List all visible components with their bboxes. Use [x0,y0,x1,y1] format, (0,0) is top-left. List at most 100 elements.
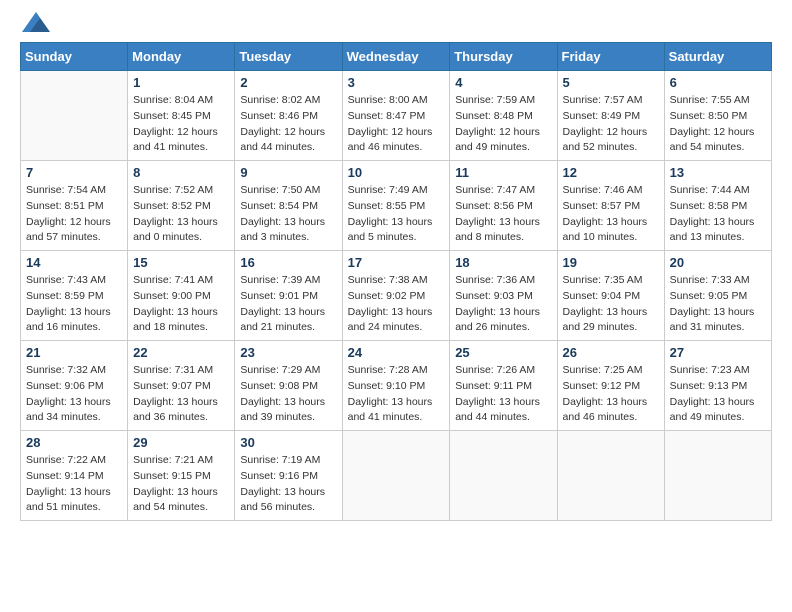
calendar-cell: 16 Sunrise: 7:39 AM Sunset: 9:01 PM Dayli… [235,251,342,341]
day-number: 19 [563,255,659,270]
day-number: 14 [26,255,122,270]
calendar-cell: 19 Sunrise: 7:35 AM Sunset: 9:04 PM Dayli… [557,251,664,341]
calendar-header-row: SundayMondayTuesdayWednesdayThursdayFrid… [21,43,772,71]
cell-content: Sunrise: 7:57 AM Sunset: 8:49 PM Dayligh… [563,93,659,156]
calendar-cell [21,71,128,161]
page-header [20,20,772,32]
logo-icon [22,12,50,32]
cell-content: Sunrise: 7:33 AM Sunset: 9:05 PM Dayligh… [670,273,766,336]
cell-content: Sunrise: 7:25 AM Sunset: 9:12 PM Dayligh… [563,363,659,426]
day-number: 16 [240,255,336,270]
day-number: 23 [240,345,336,360]
cell-content: Sunrise: 8:02 AM Sunset: 8:46 PM Dayligh… [240,93,336,156]
day-number: 15 [133,255,229,270]
calendar-cell: 9Sunrise: 7:50 AM Sunset: 8:54 PM Daylig… [235,161,342,251]
day-header-friday: Friday [557,43,664,71]
calendar-cell: 29 Sunrise: 7:21 AM Sunset: 9:15 PM Dayli… [128,431,235,521]
calendar-cell: 5 Sunrise: 7:57 AM Sunset: 8:49 PM Daylig… [557,71,664,161]
calendar-cell: 17 Sunrise: 7:38 AM Sunset: 9:02 PM Dayli… [342,251,450,341]
calendar-cell [450,431,557,521]
cell-content: Sunrise: 7:55 AM Sunset: 8:50 PM Dayligh… [670,93,766,156]
logo [20,20,50,32]
day-number: 4 [455,75,551,90]
calendar-cell: 20 Sunrise: 7:33 AM Sunset: 9:05 PM Dayli… [664,251,771,341]
day-number: 2 [240,75,336,90]
cell-content: Sunrise: 7:38 AM Sunset: 9:02 PM Dayligh… [348,273,445,336]
cell-content: Sunrise: 7:49 AM Sunset: 8:55 PM Dayligh… [348,183,445,246]
day-header-wednesday: Wednesday [342,43,450,71]
calendar-cell: 22 Sunrise: 7:31 AM Sunset: 9:07 PM Dayli… [128,341,235,431]
calendar-cell: 12 Sunrise: 7:46 AM Sunset: 8:57 PM Dayli… [557,161,664,251]
calendar-cell: 4 Sunrise: 7:59 AM Sunset: 8:48 PM Daylig… [450,71,557,161]
day-number: 1 [133,75,229,90]
day-number: 13 [670,165,766,180]
cell-content: Sunrise: 7:43 AM Sunset: 8:59 PM Dayligh… [26,273,122,336]
day-number: 12 [563,165,659,180]
cell-content: Sunrise: 7:26 AM Sunset: 9:11 PM Dayligh… [455,363,551,426]
calendar-week-row: 1Sunrise: 8:04 AM Sunset: 8:45 PM Daylig… [21,71,772,161]
calendar-week-row: 21 Sunrise: 7:32 AM Sunset: 9:06 PM Dayli… [21,341,772,431]
cell-content: Sunrise: 7:31 AM Sunset: 9:07 PM Dayligh… [133,363,229,426]
calendar-cell: 7 Sunrise: 7:54 AM Sunset: 8:51 PM Daylig… [21,161,128,251]
calendar-cell: 8 Sunrise: 7:52 AM Sunset: 8:52 PM Daylig… [128,161,235,251]
calendar-table: SundayMondayTuesdayWednesdayThursdayFrid… [20,42,772,521]
day-number: 11 [455,165,551,180]
cell-content: Sunrise: 7:46 AM Sunset: 8:57 PM Dayligh… [563,183,659,246]
day-number: 21 [26,345,122,360]
cell-content: Sunrise: 7:32 AM Sunset: 9:06 PM Dayligh… [26,363,122,426]
calendar-cell: 28 Sunrise: 7:22 AM Sunset: 9:14 PM Dayli… [21,431,128,521]
day-number: 8 [133,165,229,180]
day-header-thursday: Thursday [450,43,557,71]
day-number: 30 [240,435,336,450]
day-number: 5 [563,75,659,90]
calendar-cell: 11 Sunrise: 7:47 AM Sunset: 8:56 PM Dayli… [450,161,557,251]
calendar-cell: 10 Sunrise: 7:49 AM Sunset: 8:55 PM Dayli… [342,161,450,251]
cell-content: Sunrise: 7:23 AM Sunset: 9:13 PM Dayligh… [670,363,766,426]
calendar-week-row: 28 Sunrise: 7:22 AM Sunset: 9:14 PM Dayli… [21,431,772,521]
day-number: 28 [26,435,122,450]
day-number: 9 [240,165,336,180]
day-number: 25 [455,345,551,360]
day-number: 24 [348,345,445,360]
day-header-monday: Monday [128,43,235,71]
calendar-cell: 14 Sunrise: 7:43 AM Sunset: 8:59 PM Dayli… [21,251,128,341]
cell-content: Sunrise: 7:44 AM Sunset: 8:58 PM Dayligh… [670,183,766,246]
calendar-week-row: 14 Sunrise: 7:43 AM Sunset: 8:59 PM Dayli… [21,251,772,341]
calendar-cell: 23Sunrise: 7:29 AM Sunset: 9:08 PM Dayli… [235,341,342,431]
cell-content: Sunrise: 8:00 AM Sunset: 8:47 PM Dayligh… [348,93,445,156]
calendar-cell [342,431,450,521]
cell-content: Sunrise: 7:22 AM Sunset: 9:14 PM Dayligh… [26,453,122,516]
day-number: 20 [670,255,766,270]
cell-content: Sunrise: 7:28 AM Sunset: 9:10 PM Dayligh… [348,363,445,426]
day-header-tuesday: Tuesday [235,43,342,71]
day-number: 29 [133,435,229,450]
cell-content: Sunrise: 7:54 AM Sunset: 8:51 PM Dayligh… [26,183,122,246]
calendar-cell: 2 Sunrise: 8:02 AM Sunset: 8:46 PM Daylig… [235,71,342,161]
calendar-week-row: 7 Sunrise: 7:54 AM Sunset: 8:51 PM Daylig… [21,161,772,251]
cell-content: Sunrise: 7:39 AM Sunset: 9:01 PM Dayligh… [240,273,336,336]
cell-content: Sunrise: 7:59 AM Sunset: 8:48 PM Dayligh… [455,93,551,156]
calendar-cell: 21 Sunrise: 7:32 AM Sunset: 9:06 PM Dayli… [21,341,128,431]
cell-content: Sunrise: 7:41 AM Sunset: 9:00 PM Dayligh… [133,273,229,336]
day-number: 3 [348,75,445,90]
day-number: 17 [348,255,445,270]
calendar-cell: 18Sunrise: 7:36 AM Sunset: 9:03 PM Dayli… [450,251,557,341]
calendar-cell: 25 Sunrise: 7:26 AM Sunset: 9:11 PM Dayli… [450,341,557,431]
calendar-cell: 6 Sunrise: 7:55 AM Sunset: 8:50 PM Daylig… [664,71,771,161]
cell-content: Sunrise: 7:47 AM Sunset: 8:56 PM Dayligh… [455,183,551,246]
cell-content: Sunrise: 7:19 AM Sunset: 9:16 PM Dayligh… [240,453,336,516]
cell-content: Sunrise: 7:35 AM Sunset: 9:04 PM Dayligh… [563,273,659,336]
day-header-sunday: Sunday [21,43,128,71]
calendar-cell [664,431,771,521]
calendar-cell: 13 Sunrise: 7:44 AM Sunset: 8:58 PM Dayli… [664,161,771,251]
day-number: 22 [133,345,229,360]
cell-content: Sunrise: 7:21 AM Sunset: 9:15 PM Dayligh… [133,453,229,516]
day-number: 7 [26,165,122,180]
calendar-cell: 15 Sunrise: 7:41 AM Sunset: 9:00 PM Dayli… [128,251,235,341]
day-number: 6 [670,75,766,90]
day-number: 18 [455,255,551,270]
calendar-cell: 26Sunrise: 7:25 AM Sunset: 9:12 PM Dayli… [557,341,664,431]
day-number: 27 [670,345,766,360]
day-number: 10 [348,165,445,180]
cell-content: Sunrise: 7:52 AM Sunset: 8:52 PM Dayligh… [133,183,229,246]
